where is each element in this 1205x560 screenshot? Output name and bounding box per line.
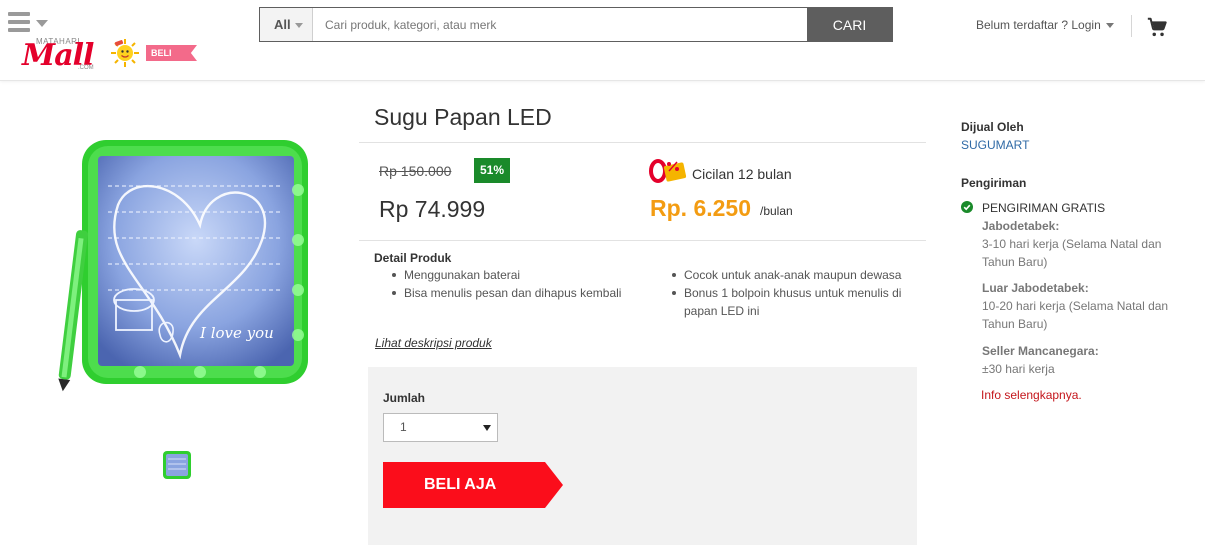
- login-label: Belum terdaftar ? Login: [976, 18, 1101, 32]
- sun-mascot-icon: [111, 39, 139, 67]
- zero-percent-icon: [649, 159, 687, 183]
- quantity-select[interactable]: 1: [383, 413, 498, 442]
- feature-item: Bisa menulis pesan dan dihapus kembali: [389, 284, 649, 302]
- logo-domain-text: .COM: [78, 65, 94, 71]
- chevron-down-icon: [36, 20, 48, 27]
- site-logo[interactable]: MATAHARI Mall .COM BELI AJA: [22, 34, 197, 78]
- feature-list-right: Cocok untuk anak-anak maupun dewasa Bonu…: [669, 266, 919, 320]
- installment-label: Cicilan 12 bulan: [692, 166, 792, 182]
- feature-list-left: Menggunakan baterai Bisa menulis pesan d…: [389, 266, 649, 302]
- shipping-zone-value: ±30 hari kerja: [982, 362, 1055, 376]
- description-link[interactable]: Lihat deskripsi produk: [375, 336, 492, 350]
- detail-heading: Detail Produk: [374, 251, 452, 265]
- feature-item: Cocok untuk anak-anak maupun dewasa: [669, 266, 919, 284]
- shipping-zone-title: Seller Mancanegara:: [982, 344, 1099, 358]
- product-image-text: I love you: [199, 324, 274, 342]
- hamburger-icon: [8, 12, 30, 36]
- search-input[interactable]: [314, 8, 808, 41]
- search-button[interactable]: CARI: [807, 8, 892, 41]
- product-title: Sugu Papan LED: [374, 104, 552, 130]
- seller-link[interactable]: SUGUMART: [961, 138, 1029, 152]
- free-shipping-label: PENGIRIMAN GRATIS: [982, 201, 1106, 215]
- cart-icon[interactable]: [1146, 16, 1168, 38]
- header-divider: [1131, 15, 1132, 37]
- feature-item: Menggunakan baterai: [389, 266, 649, 284]
- seller-heading: Dijual Oleh: [961, 120, 1024, 134]
- discount-badge: 51%: [474, 158, 510, 183]
- logo-badge: BELI AJA: [146, 45, 197, 61]
- shipping-zone-value: 10-20 hari kerja (Selama Natal dan Tahun…: [982, 299, 1169, 331]
- menu-button[interactable]: [8, 12, 50, 34]
- divider: [359, 240, 926, 241]
- search-category-label: All: [274, 17, 291, 32]
- chevron-down-icon: [483, 425, 491, 431]
- shipping-info-link[interactable]: Info selengkapnya.: [981, 388, 1082, 402]
- search-category-select[interactable]: All: [260, 8, 313, 41]
- product-thumbnail[interactable]: [162, 450, 192, 480]
- installment-unit: /bulan: [760, 204, 793, 218]
- installment-amount: Rp. 6.250: [650, 195, 751, 221]
- shipping-zone-title: Luar Jabodetabek:: [982, 281, 1089, 295]
- original-price: Rp 150.000: [379, 163, 452, 179]
- buy-button[interactable]: BELI AJA: [383, 462, 563, 508]
- divider: [359, 142, 926, 143]
- shipping-zone-value: 3-10 hari kerja (Selama Natal dan Tahun …: [982, 237, 1162, 269]
- shipping-zone-title: Jabodetabek:: [982, 219, 1060, 233]
- check-circle-icon: [961, 201, 973, 213]
- search-bar: All CARI: [259, 7, 893, 42]
- product-image[interactable]: I love you: [30, 130, 315, 395]
- chevron-down-icon: [295, 23, 303, 28]
- quantity-label: Jumlah: [383, 391, 426, 405]
- feature-item: Bonus 1 bolpoin khusus untuk menulis di …: [669, 284, 919, 320]
- chevron-down-icon: [1105, 23, 1114, 29]
- purchase-panel: [368, 367, 917, 545]
- current-price: Rp 74.999: [379, 196, 486, 222]
- site-header: MATAHARI Mall .COM BELI AJA All CARI Bel…: [0, 0, 1205, 81]
- quantity-value: 1: [400, 420, 407, 434]
- shipping-heading: Pengiriman: [961, 176, 1027, 190]
- login-menu[interactable]: Belum terdaftar ? Login: [976, 18, 1114, 32]
